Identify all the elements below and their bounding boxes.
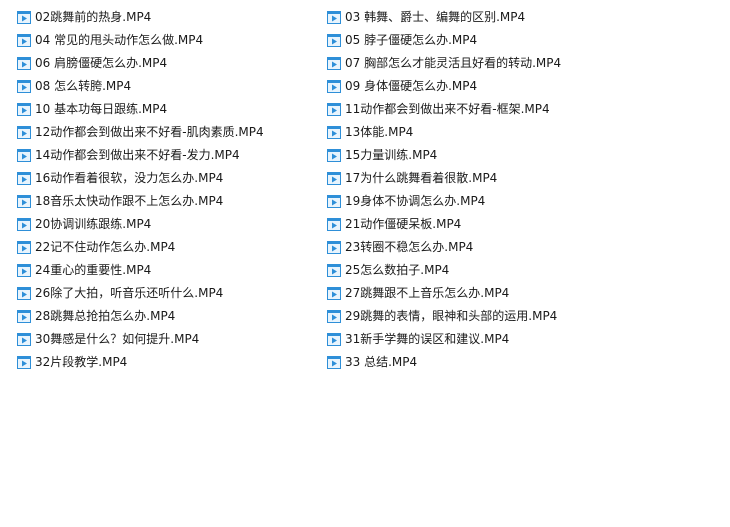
file-name: 26除了大拍，听音乐还听什么.MP4	[35, 286, 224, 300]
file-item[interactable]: 07 胸部怎么才能灵活且好看的转动.MP4	[327, 52, 637, 75]
video-file-icon	[17, 218, 31, 231]
file-item[interactable]: 09 身体僵硬怎么办.MP4	[327, 75, 637, 98]
file-item[interactable]: 25怎么数拍子.MP4	[327, 259, 637, 282]
video-file-icon	[17, 310, 31, 323]
file-name: 17为什么跳舞看着很散.MP4	[345, 171, 498, 185]
video-file-icon	[17, 80, 31, 93]
file-item[interactable]: 19身体不协调怎么办.MP4	[327, 190, 637, 213]
file-name: 07 胸部怎么才能灵活且好看的转动.MP4	[345, 56, 562, 70]
file-item[interactable]: 05 脖子僵硬怎么办.MP4	[327, 29, 637, 52]
file-item[interactable]: 11动作都会到做出来不好看-框架.MP4	[327, 98, 637, 121]
file-name: 21动作僵硬呆板.MP4	[345, 217, 462, 231]
video-file-icon	[327, 103, 341, 116]
file-item[interactable]: 24重心的重要性.MP4	[17, 259, 327, 282]
file-name: 31新手学舞的误区和建议.MP4	[345, 332, 510, 346]
file-item[interactable]: 26除了大拍，听音乐还听什么.MP4	[17, 282, 327, 305]
file-name: 16动作看着很软，没力怎么办.MP4	[35, 171, 224, 185]
video-file-icon	[327, 80, 341, 93]
file-name: 30舞感是什么？如何提升.MP4	[35, 332, 200, 346]
video-file-icon	[17, 195, 31, 208]
file-name: 03 韩舞、爵士、编舞的区别.MP4	[345, 10, 526, 24]
file-item[interactable]: 12动作都会到做出来不好看-肌肉素质.MP4	[17, 121, 327, 144]
video-file-icon	[327, 333, 341, 346]
file-item[interactable]: 10 基本功每日跟练.MP4	[17, 98, 327, 121]
file-item[interactable]: 27跳舞跟不上音乐怎么办.MP4	[327, 282, 637, 305]
file-name: 32片段教学.MP4	[35, 355, 128, 369]
file-item[interactable]: 03 韩舞、爵士、编舞的区别.MP4	[327, 6, 637, 29]
video-file-icon	[327, 310, 341, 323]
video-file-icon	[17, 34, 31, 47]
video-file-icon	[327, 264, 341, 277]
file-name: 20协调训练跟练.MP4	[35, 217, 152, 231]
video-file-icon	[327, 356, 341, 369]
file-name: 15力量训练.MP4	[345, 148, 438, 162]
video-file-icon	[17, 287, 31, 300]
file-item[interactable]: 18音乐太快动作跟不上怎么办.MP4	[17, 190, 327, 213]
video-file-icon	[327, 287, 341, 300]
video-file-icon	[17, 149, 31, 162]
file-name: 33 总结.MP4	[345, 355, 418, 369]
file-name: 29跳舞的表情，眼神和头部的运用.MP4	[345, 309, 558, 323]
file-name: 10 基本功每日跟练.MP4	[35, 102, 168, 116]
video-file-icon	[327, 126, 341, 139]
video-file-icon	[327, 34, 341, 47]
video-file-icon	[327, 218, 341, 231]
video-file-icon	[17, 241, 31, 254]
file-name: 18音乐太快动作跟不上怎么办.MP4	[35, 194, 224, 208]
video-file-icon	[17, 333, 31, 346]
file-name: 04 常见的甩头动作怎么做.MP4	[35, 33, 204, 47]
file-name: 23转圈不稳怎么办.MP4	[345, 240, 474, 254]
file-name: 02跳舞前的热身.MP4	[35, 10, 152, 24]
video-file-icon	[327, 241, 341, 254]
video-file-icon	[327, 149, 341, 162]
file-list: 02跳舞前的热身.MP4 04 常见的甩头动作怎么做.MP4 06 肩膀僵硬怎么办.…	[17, 6, 717, 374]
file-item[interactable]: 22记不住动作怎么办.MP4	[17, 236, 327, 259]
video-file-icon	[17, 172, 31, 185]
file-name: 14动作都会到做出来不好看-发力.MP4	[35, 148, 240, 162]
file-item[interactable]: 04 常见的甩头动作怎么做.MP4	[17, 29, 327, 52]
file-item[interactable]: 32片段教学.MP4	[17, 351, 327, 374]
file-item[interactable]: 14动作都会到做出来不好看-发力.MP4	[17, 144, 327, 167]
video-file-icon	[17, 11, 31, 24]
video-file-icon	[327, 172, 341, 185]
file-item[interactable]: 17为什么跳舞看着很散.MP4	[327, 167, 637, 190]
video-file-icon	[17, 356, 31, 369]
file-item[interactable]: 16动作看着很软，没力怎么办.MP4	[17, 167, 327, 190]
file-name: 28跳舞总抢拍怎么办.MP4	[35, 309, 176, 323]
file-name: 11动作都会到做出来不好看-框架.MP4	[345, 102, 550, 116]
video-file-icon	[327, 11, 341, 24]
file-item[interactable]: 30舞感是什么？如何提升.MP4	[17, 328, 327, 351]
file-item[interactable]: 15力量训练.MP4	[327, 144, 637, 167]
file-item[interactable]: 33 总结.MP4	[327, 351, 637, 374]
file-name: 12动作都会到做出来不好看-肌肉素质.MP4	[35, 125, 264, 139]
file-item[interactable]: 21动作僵硬呆板.MP4	[327, 213, 637, 236]
file-item[interactable]: 20协调训练跟练.MP4	[17, 213, 327, 236]
file-item[interactable]: 29跳舞的表情，眼神和头部的运用.MP4	[327, 305, 637, 328]
video-file-icon	[17, 57, 31, 70]
file-name: 27跳舞跟不上音乐怎么办.MP4	[345, 286, 510, 300]
file-name: 24重心的重要性.MP4	[35, 263, 152, 277]
file-name: 08 怎么转胯.MP4	[35, 79, 132, 93]
file-item[interactable]: 28跳舞总抢拍怎么办.MP4	[17, 305, 327, 328]
file-item[interactable]: 31新手学舞的误区和建议.MP4	[327, 328, 637, 351]
file-name: 06 肩膀僵硬怎么办.MP4	[35, 56, 168, 70]
file-name: 19身体不协调怎么办.MP4	[345, 194, 486, 208]
file-name: 09 身体僵硬怎么办.MP4	[345, 79, 478, 93]
file-name: 13体能.MP4	[345, 125, 414, 139]
video-file-icon	[17, 126, 31, 139]
file-item[interactable]: 08 怎么转胯.MP4	[17, 75, 327, 98]
file-name: 22记不住动作怎么办.MP4	[35, 240, 176, 254]
video-file-icon	[327, 195, 341, 208]
file-item[interactable]: 13体能.MP4	[327, 121, 637, 144]
file-item[interactable]: 06 肩膀僵硬怎么办.MP4	[17, 52, 327, 75]
video-file-icon	[17, 103, 31, 116]
file-name: 25怎么数拍子.MP4	[345, 263, 450, 277]
file-item[interactable]: 23转圈不稳怎么办.MP4	[327, 236, 637, 259]
file-name: 05 脖子僵硬怎么办.MP4	[345, 33, 478, 47]
video-file-icon	[17, 264, 31, 277]
video-file-icon	[327, 57, 341, 70]
file-item[interactable]: 02跳舞前的热身.MP4	[17, 6, 327, 29]
